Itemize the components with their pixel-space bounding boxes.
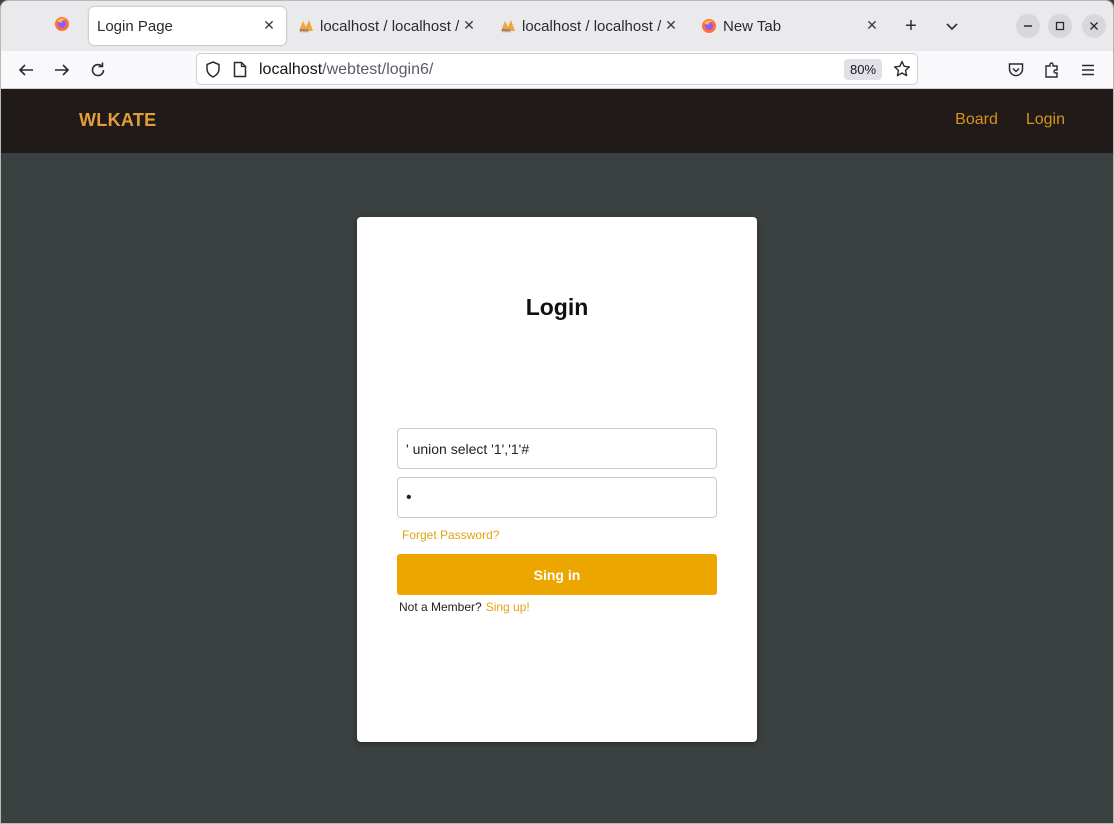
url-path: /webtest/login6/ (322, 61, 434, 78)
signup-link[interactable]: Sing up! (486, 600, 530, 614)
tab-strip: Login Page ✕ PMA localhost / localhost /… (1, 1, 1113, 51)
tab-title: localhost / localhost / (320, 17, 460, 35)
login-title: Login (525, 294, 589, 320)
username-input[interactable]: ' union select '1','1'# (397, 428, 717, 469)
brand-logo[interactable]: WLKATE (79, 110, 156, 131)
arrow-right-icon (55, 64, 70, 76)
navigation-toolbar: localhost/webtest/login6/ 80% (1, 51, 1113, 89)
list-all-tabs-button[interactable] (940, 14, 964, 38)
nav-link-board[interactable]: Board (955, 111, 998, 129)
bookmark-star-icon[interactable] (893, 60, 911, 83)
forward-button[interactable] (48, 56, 76, 84)
close-icon[interactable]: ✕ (260, 16, 278, 34)
back-button[interactable] (12, 56, 40, 84)
shield-icon[interactable] (205, 61, 221, 83)
phpmyadmin-icon: PMA (500, 18, 516, 34)
browser-window: Login Page ✕ PMA localhost / localhost /… (0, 0, 1114, 824)
url-text[interactable]: localhost/webtest/login6/ (259, 61, 433, 79)
tab-title: New Tab (723, 17, 782, 35)
maximize-icon (1055, 21, 1065, 31)
web-page: WLKATE Board Login Login ' union select … (1, 89, 1113, 823)
reload-button[interactable] (84, 56, 112, 84)
pocket-button[interactable] (1002, 56, 1030, 84)
extensions-button[interactable] (1038, 56, 1066, 84)
not-member-text: Not a Member? (399, 600, 482, 614)
svg-text:PMA: PMA (502, 29, 511, 34)
close-icon[interactable]: ✕ (662, 16, 680, 34)
sign-in-button[interactable]: Sing in (397, 554, 717, 595)
nav-link-login[interactable]: Login (1026, 111, 1065, 129)
zoom-indicator[interactable]: 80% (844, 59, 882, 80)
puzzle-icon (1045, 62, 1058, 78)
close-icon[interactable]: ✕ (460, 16, 478, 34)
address-bar[interactable]: localhost/webtest/login6/ 80% (196, 53, 918, 85)
arrow-left-icon (18, 64, 33, 76)
maximize-button[interactable] (1048, 14, 1072, 38)
firefox-icon (701, 18, 717, 34)
plus-icon: + (905, 14, 917, 37)
phpmyadmin-icon: PMA (298, 18, 314, 34)
app-menu-button[interactable] (1074, 56, 1102, 84)
tab-new-tab[interactable]: New Tab ✕ (701, 7, 889, 45)
close-icon[interactable]: ✕ (863, 16, 881, 34)
firefox-view-button[interactable] (43, 10, 81, 42)
new-tab-button[interactable]: + (899, 14, 923, 38)
site-nav: Board Login (955, 111, 1065, 129)
close-icon (1090, 22, 1098, 30)
close-window-button[interactable] (1082, 14, 1106, 38)
page-icon[interactable] (233, 61, 247, 83)
signup-prompt: Not a Member? Sing up! (399, 600, 530, 614)
reload-icon (91, 62, 105, 77)
minimize-button[interactable] (1016, 14, 1040, 38)
url-host: localhost (259, 61, 323, 78)
firefox-icon (54, 16, 70, 37)
login-card: Login ' union select '1','1'# • Forget P… (357, 217, 757, 742)
site-header: WLKATE Board Login (1, 89, 1113, 153)
forgot-password-link[interactable]: Forget Password? (402, 528, 499, 542)
tab-login-page[interactable]: Login Page ✕ (89, 7, 286, 45)
tab-title: Login Page (97, 17, 173, 35)
password-input[interactable]: • (397, 477, 717, 518)
hamburger-menu-icon (1082, 64, 1094, 76)
svg-text:PMA: PMA (300, 29, 309, 34)
tab-localhost-2[interactable]: PMA localhost / localhost / ✕ (500, 7, 690, 45)
tab-localhost-1[interactable]: PMA localhost / localhost / ✕ (298, 7, 488, 45)
minimize-icon (1024, 25, 1032, 27)
pocket-icon (1008, 63, 1024, 77)
tab-title: localhost / localhost / (522, 17, 662, 35)
chevron-down-icon (946, 23, 958, 31)
